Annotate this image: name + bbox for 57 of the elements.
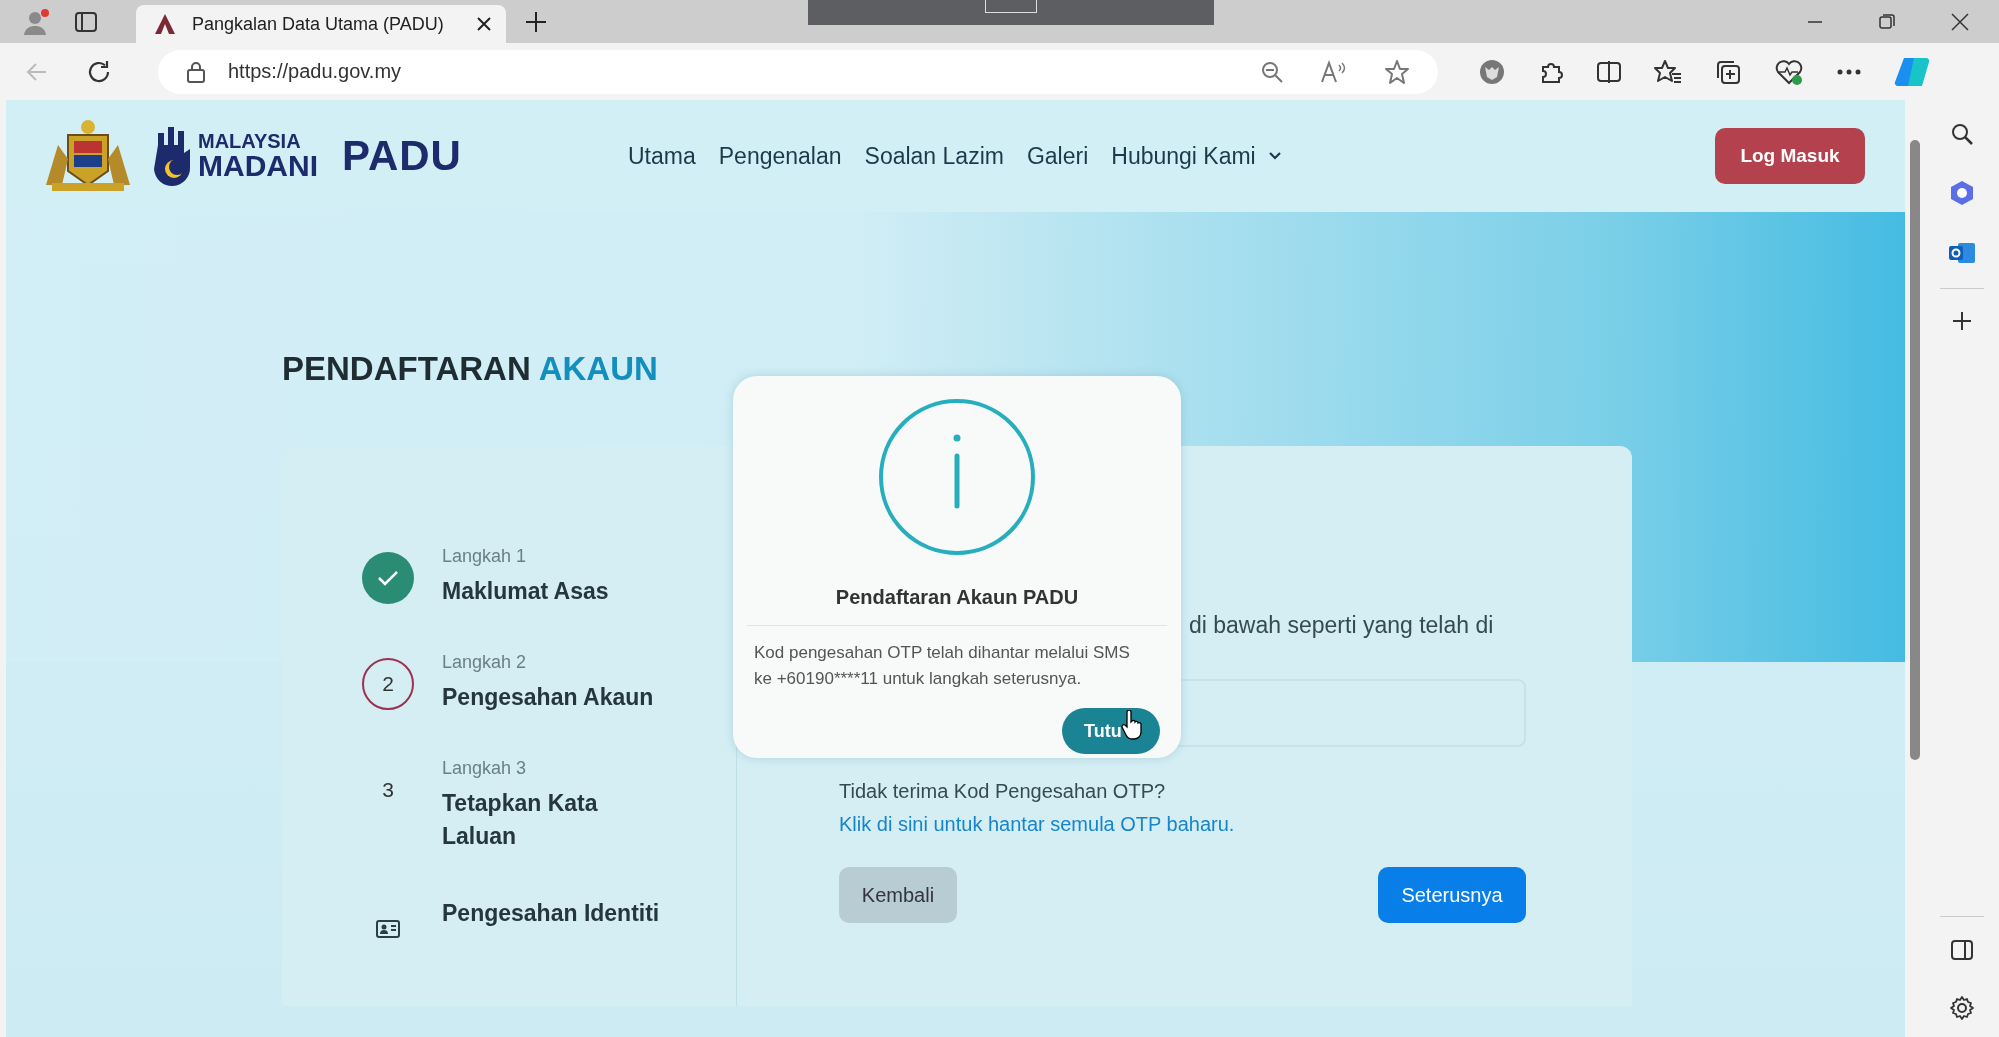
check-icon bbox=[377, 570, 399, 586]
brand-logo[interactable]: PADU bbox=[342, 132, 462, 180]
close-button[interactable]: Tutu bbox=[1062, 708, 1160, 754]
health-icon[interactable] bbox=[1774, 57, 1804, 86]
info-icon bbox=[878, 398, 1036, 556]
logo-text: MADANI bbox=[198, 151, 318, 181]
zoom-out-icon[interactable] bbox=[1260, 59, 1284, 84]
step-title: Pengesahan Akaun bbox=[442, 683, 655, 712]
read-aloud-icon[interactable] bbox=[1320, 59, 1348, 84]
address-bar[interactable]: https://padu.gov.my bbox=[158, 49, 1438, 94]
nav-link[interactable]: Pengenalan bbox=[718, 142, 842, 170]
copilot-icon[interactable] bbox=[1894, 55, 1930, 88]
instruction-text: di bawah seperti yang telah di bbox=[1189, 612, 1495, 639]
sidebar-toggle-icon[interactable] bbox=[1950, 939, 1974, 961]
step-title: Tetapkan Kata Laluan bbox=[442, 789, 599, 851]
close-icon[interactable] bbox=[476, 16, 492, 32]
close-window-icon[interactable] bbox=[1951, 12, 1969, 31]
lock-icon bbox=[186, 60, 206, 83]
chevron-down-icon bbox=[1267, 151, 1282, 161]
nav-link[interactable]: Utama bbox=[628, 142, 696, 170]
mail-app-icon[interactable] bbox=[1948, 240, 1976, 266]
more-icon[interactable] bbox=[1836, 67, 1862, 76]
tab-actions-icon[interactable] bbox=[74, 9, 98, 34]
browser-tab[interactable]: Pangkalan Data Utama (PADU) bbox=[136, 5, 506, 43]
madani-logo[interactable]: MALAYSIA MADANI bbox=[154, 125, 318, 187]
nav-link[interactable]: Hubungi Kami bbox=[1111, 142, 1282, 170]
settings-icon[interactable] bbox=[1949, 995, 1975, 1021]
refresh-icon[interactable] bbox=[86, 58, 112, 85]
new-tab-icon[interactable] bbox=[524, 9, 548, 34]
step-label: Langkah 1 bbox=[442, 546, 528, 567]
search-icon[interactable] bbox=[1950, 122, 1974, 146]
nav-link[interactable]: Galeri bbox=[1026, 142, 1089, 170]
tab-title: Pangkalan Data Utama (PADU) bbox=[192, 13, 445, 35]
hexagon-app-icon[interactable] bbox=[1949, 180, 1975, 206]
step-label: Langkah 3 bbox=[442, 758, 528, 779]
page-title: PENDAFTARAN AKAUN bbox=[282, 350, 659, 388]
step-title: Maklumat Asas bbox=[442, 577, 610, 606]
hand-cursor-icon bbox=[1121, 710, 1143, 740]
step-marker: 2 bbox=[362, 658, 414, 710]
favorites-icon[interactable] bbox=[1654, 58, 1682, 85]
add-icon[interactable] bbox=[1952, 311, 1972, 331]
back-button[interactable]: Kembali bbox=[839, 867, 957, 923]
nav-link[interactable]: Soalan Lazim bbox=[864, 142, 1004, 170]
dialog-title: Pendaftaran Akaun PADU bbox=[835, 586, 1079, 609]
id-card-icon bbox=[376, 920, 400, 938]
step-label: Langkah 2 bbox=[442, 652, 528, 673]
login-button[interactable]: Log Masuk bbox=[1715, 128, 1865, 184]
profile-icon[interactable] bbox=[22, 7, 50, 36]
restore-icon[interactable] bbox=[1879, 13, 1895, 30]
next-button[interactable]: Seterusnya bbox=[1378, 867, 1526, 923]
split-screen-icon[interactable] bbox=[1596, 59, 1622, 84]
star-icon[interactable] bbox=[1384, 58, 1410, 85]
resend-text: Tidak terima Kod Pengesahan OTP? Klik di sini untuk hantar semula OTP baharu. bbox=[839, 779, 1236, 837]
dialog-message: Kod pengesahan OTP telah dihantar melalui SMS ke +60190****11 untuk langkah seterusnya. bbox=[754, 642, 1131, 690]
logo-text: MALAYSIA bbox=[198, 131, 302, 151]
step-title: Pengesahan Identiti bbox=[442, 899, 661, 928]
site-favicon-icon bbox=[152, 12, 178, 36]
